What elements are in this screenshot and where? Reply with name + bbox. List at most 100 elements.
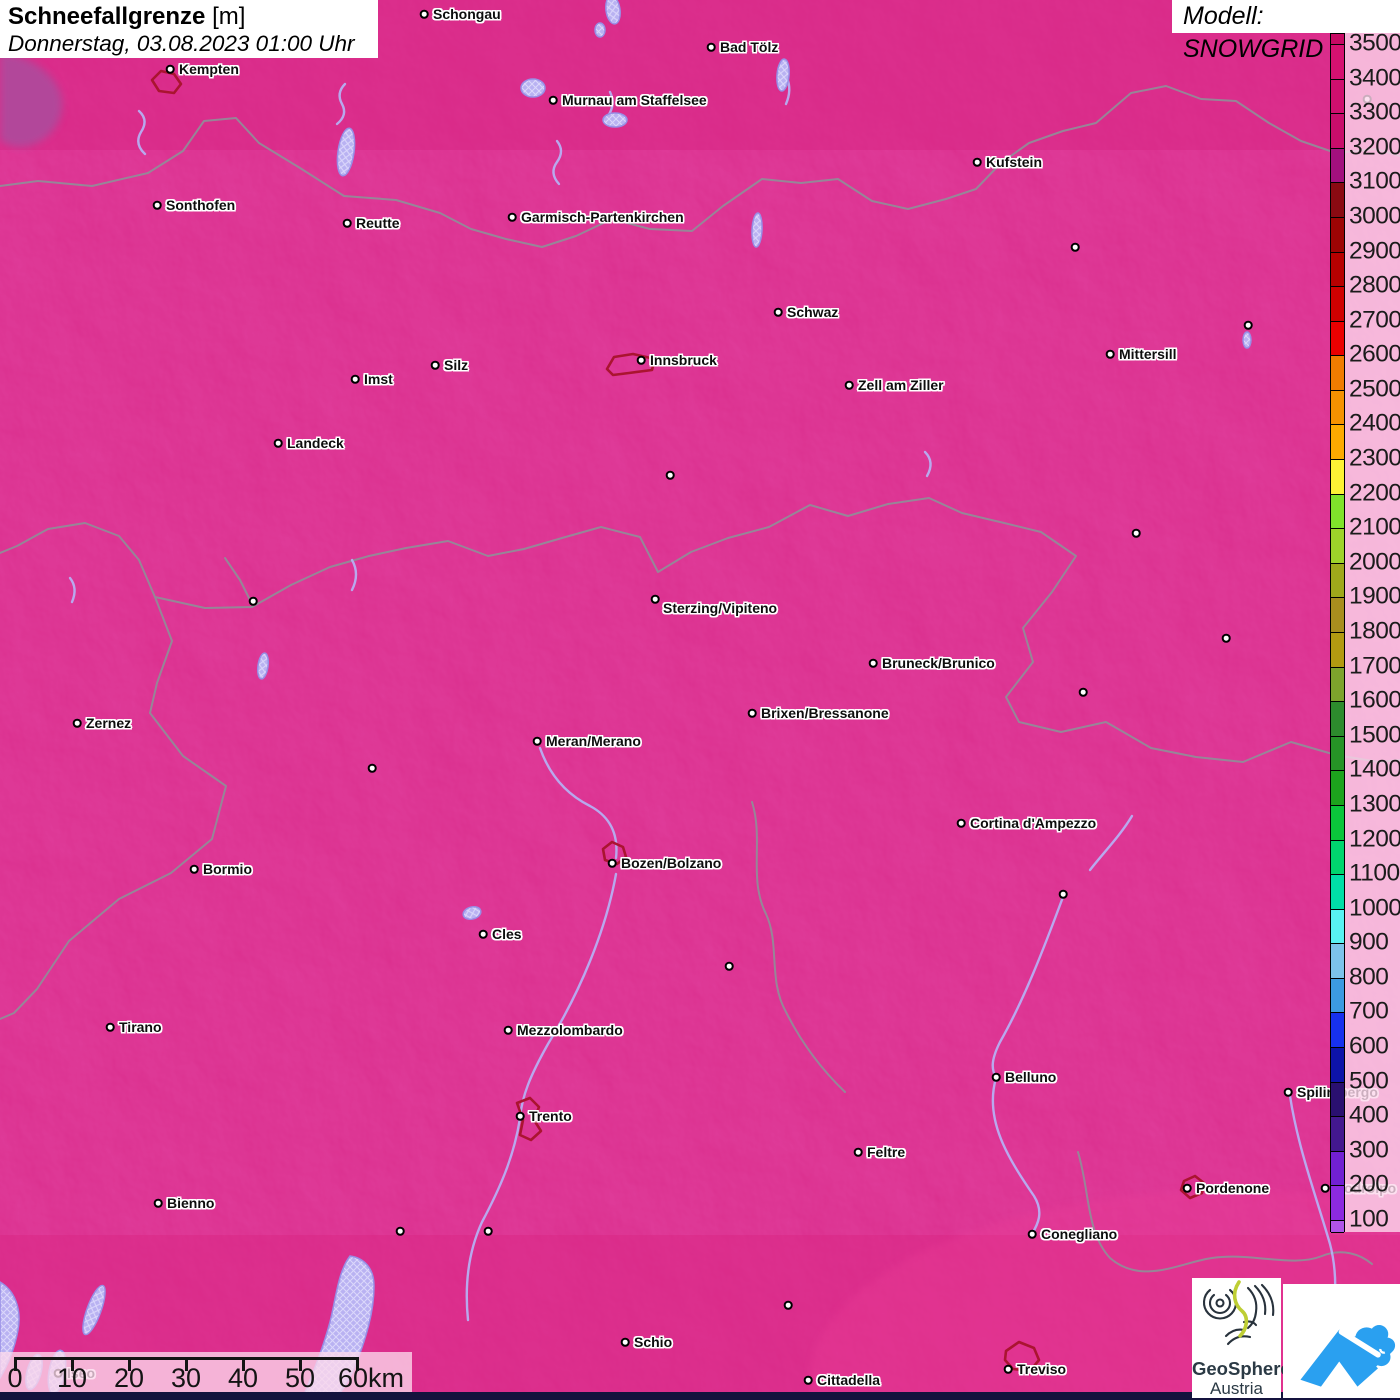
city-label: Zell am Ziller bbox=[858, 377, 944, 393]
city-label: Brixen/Bressanone bbox=[761, 705, 889, 721]
city-dot-icon bbox=[367, 763, 377, 773]
city-dot-icon bbox=[1221, 633, 1231, 643]
legend-color-cell bbox=[1331, 217, 1344, 253]
legend-tick-label: 2800 bbox=[1349, 271, 1400, 299]
legend-color-cell bbox=[1331, 390, 1344, 426]
legend-tick-label: 400 bbox=[1349, 1101, 1389, 1129]
city-dot-icon bbox=[1027, 1229, 1037, 1239]
legend-tick-label: 1700 bbox=[1349, 651, 1400, 679]
legend-tick-label: 2200 bbox=[1349, 478, 1400, 506]
city-dot-icon bbox=[844, 380, 854, 390]
city-dot-icon bbox=[1105, 349, 1115, 359]
city-label: Tirano bbox=[119, 1019, 162, 1035]
city-dot-icon bbox=[747, 708, 757, 718]
legend-color-cell bbox=[1331, 183, 1344, 218]
legend-color-cell bbox=[1331, 529, 1344, 564]
legend-tick-label: 2300 bbox=[1349, 444, 1400, 472]
title-box: Schneefallgrenze [m] Donnerstag, 03.08.2… bbox=[0, 0, 378, 58]
legend-tick-label: 100 bbox=[1349, 1205, 1389, 1233]
city-dot-icon bbox=[991, 1072, 1001, 1082]
city-dot-icon bbox=[1283, 1087, 1293, 1097]
legend-tick-label: 2100 bbox=[1349, 513, 1400, 541]
city-label: Feltre bbox=[867, 1144, 906, 1160]
legend-color-cell bbox=[1331, 45, 1344, 80]
city-label: Silz bbox=[444, 357, 469, 373]
legend-color-cell bbox=[1331, 1048, 1344, 1083]
city-dot-icon bbox=[342, 218, 352, 228]
city-dot-icon bbox=[273, 438, 283, 448]
legend-color-cell bbox=[1331, 944, 1344, 979]
city-label: Bienno bbox=[167, 1195, 215, 1211]
city-dot-icon bbox=[1320, 1183, 1330, 1193]
legend-tick-label: 200 bbox=[1349, 1170, 1389, 1198]
legend-color-cell bbox=[1331, 909, 1344, 945]
city-label: Landeck bbox=[287, 435, 344, 451]
city-label: Cittadella bbox=[817, 1372, 881, 1388]
legend-color-cell bbox=[1331, 1186, 1344, 1221]
city-dot-icon bbox=[773, 307, 783, 317]
scalebar-label: 20 bbox=[113, 1363, 145, 1393]
scalebar-label: 0 bbox=[7, 1363, 23, 1393]
legend-tick-label: 300 bbox=[1349, 1136, 1389, 1164]
city-dot-icon bbox=[515, 1111, 525, 1121]
geosphere-name: GeoSphere bbox=[1192, 1358, 1291, 1379]
city-dot-icon bbox=[483, 1226, 493, 1236]
city-label: Zernez bbox=[86, 715, 132, 731]
legend-color-cell bbox=[1331, 978, 1344, 1014]
city-dot-icon bbox=[478, 929, 488, 939]
map-scalebar: 0 10 20 30 40 50 60km bbox=[0, 1352, 412, 1393]
legend-color-cell bbox=[1331, 114, 1344, 149]
legend-color-cell bbox=[1331, 736, 1344, 772]
mountain-cloud-logo-icon bbox=[1300, 1325, 1396, 1387]
city-label: Kempten bbox=[179, 61, 239, 77]
city-label: Kufstein bbox=[986, 154, 1042, 170]
page-title: Schneefallgrenze [m] bbox=[8, 3, 378, 31]
legend-tick-label: 900 bbox=[1349, 928, 1389, 956]
city-dot-icon bbox=[430, 360, 440, 370]
city-label: Garmisch-Partenkirchen bbox=[521, 209, 684, 225]
legend-color-cell bbox=[1331, 321, 1344, 357]
legend-color-cell bbox=[1331, 702, 1344, 737]
city-dot-icon bbox=[1131, 528, 1141, 538]
scalebar-label: 60km bbox=[337, 1363, 405, 1393]
city-label: Meran/Merano bbox=[546, 733, 641, 749]
legend-color-cell bbox=[1331, 252, 1344, 288]
legend-tick-label: 2000 bbox=[1349, 548, 1400, 576]
legend-color-cell bbox=[1331, 494, 1344, 530]
legend-color-cell bbox=[1331, 633, 1344, 668]
legend-tick-label: 3200 bbox=[1349, 133, 1400, 161]
city-dot-icon bbox=[532, 736, 542, 746]
city-label: Pordenone bbox=[1196, 1180, 1270, 1196]
city-dot-icon bbox=[706, 42, 716, 52]
geosphere-logo-box: GeoSphere Austria bbox=[1192, 1278, 1291, 1399]
legend-color-cell bbox=[1331, 1082, 1344, 1118]
legend-color-cell bbox=[1331, 805, 1344, 841]
legend-color-cell bbox=[1331, 460, 1344, 495]
city-dot-icon bbox=[248, 596, 258, 606]
bottom-strip bbox=[0, 1392, 1400, 1400]
legend-color-bar bbox=[1330, 33, 1345, 1233]
legend-tick-label: 1100 bbox=[1349, 859, 1400, 887]
legend-color-cell bbox=[1331, 771, 1344, 806]
city-marker-layer: Schongau Bad Tölz Kempten Murnau am Staffel… bbox=[0, 0, 1400, 1400]
title-datetime: Donnerstag, 03.08.2023 01:00 Uhr bbox=[8, 31, 355, 56]
city-label: Sonthofen bbox=[166, 197, 236, 213]
legend-tick-label: 2700 bbox=[1349, 305, 1400, 333]
geosphere-country: Austria bbox=[1210, 1379, 1263, 1399]
city-dot-icon bbox=[853, 1147, 863, 1157]
city-label: Schio bbox=[634, 1334, 673, 1350]
legend-color-cell bbox=[1331, 1151, 1344, 1187]
legend-color-cell bbox=[1331, 840, 1344, 876]
city-dot-icon bbox=[105, 1022, 115, 1032]
city-dot-icon bbox=[507, 212, 517, 222]
legend-color-cell bbox=[1331, 667, 1344, 703]
city-label: Trento bbox=[529, 1108, 572, 1124]
city-label: Innsbruck bbox=[650, 352, 717, 368]
city-dot-icon bbox=[1243, 320, 1253, 330]
legend-color-cell bbox=[1331, 1221, 1344, 1233]
city-label: Mittersill bbox=[1119, 346, 1177, 362]
city-dot-icon bbox=[724, 961, 734, 971]
legend-color-cell bbox=[1331, 1117, 1344, 1152]
city-dot-icon bbox=[1058, 889, 1068, 899]
legend-tick-label: 1000 bbox=[1349, 893, 1400, 921]
